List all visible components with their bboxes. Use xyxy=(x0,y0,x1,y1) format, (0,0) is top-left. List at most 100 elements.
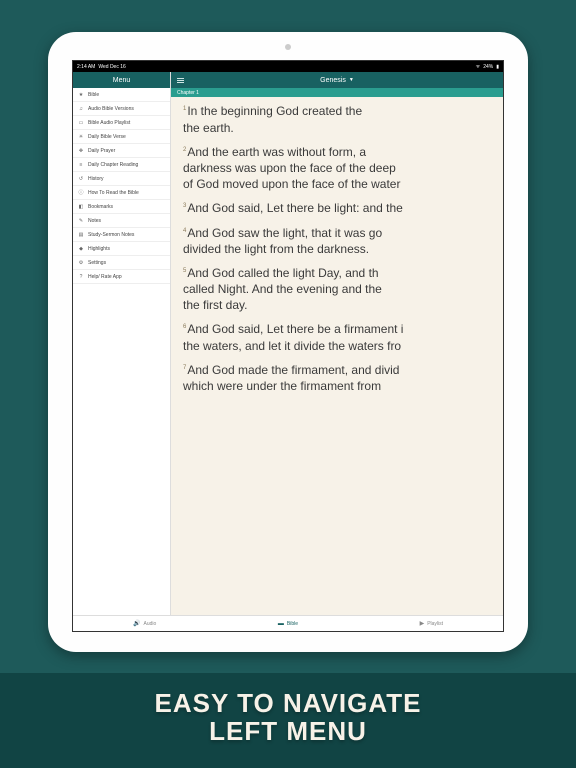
book-title-label: Genesis xyxy=(320,77,346,84)
wifi-icon: ᯤ xyxy=(476,64,481,70)
verse-line: 6And God said, Let there be a firmament … xyxy=(183,321,503,337)
sidebar-item-label: Audio Bible Versions xyxy=(88,106,134,112)
verse-number: 3 xyxy=(183,203,186,209)
sidebar-item-label: Notes xyxy=(88,218,101,224)
sidebar-item-0[interactable]: ★ Bible xyxy=(73,88,170,102)
gear-icon: ⚙ xyxy=(78,260,84,266)
tab-playlist[interactable]: ▶ Playlist xyxy=(360,616,503,631)
verse-line: divided the light from the darkness. xyxy=(183,241,503,257)
sun-icon: ☀ xyxy=(78,134,84,140)
playlist-icon: ▭ xyxy=(78,120,84,126)
history-icon: ↺ xyxy=(78,176,84,182)
info-icon: ⓘ xyxy=(78,190,84,196)
bottom-tabs: 🔊 Audio ▬ Bible ▶ Playlist xyxy=(73,615,503,631)
chevron-down-icon: ▼ xyxy=(349,77,354,83)
sidebar-header: Menu xyxy=(73,72,170,88)
book-selector[interactable]: Genesis ▼ xyxy=(184,77,490,84)
main-header: Genesis ▼ xyxy=(171,72,503,88)
pencil-icon: ✎ xyxy=(78,218,84,224)
sidebar-item-10[interactable]: ▤ Study-Sermon Notes xyxy=(73,228,170,242)
sidebar-item-11[interactable]: ◆ Highlights xyxy=(73,242,170,256)
verse-line: which were under the firmament from xyxy=(183,378,503,394)
sidebar-item-9[interactable]: ✎ Notes xyxy=(73,214,170,228)
verse-7[interactable]: 7And God made the firmament, and dividwh… xyxy=(179,362,503,394)
status-right: ᯤ 24% ▮ xyxy=(476,64,499,70)
verse-line: called Night. And the evening and the xyxy=(183,281,503,297)
verse-line: 4And God saw the light, that it was go xyxy=(183,225,503,241)
star-icon: ★ xyxy=(78,92,84,98)
verse-number: 7 xyxy=(183,365,186,371)
help-icon: ? xyxy=(78,274,84,280)
tab-bible-label: Bible xyxy=(287,621,298,627)
app-screen: 2:14 AM Wed Dec 16 ᯤ 24% ▮ Menu ★ Bible ♫ A… xyxy=(72,60,504,632)
tab-audio[interactable]: 🔊 Audio xyxy=(73,616,216,631)
caption-strip: EASY TO NAVIGATE LEFT MENU xyxy=(0,673,576,768)
verse-line: 2And the earth was without form, a xyxy=(183,144,503,160)
sidebar-item-label: Daily Prayer xyxy=(88,148,115,154)
caption-line-2: LEFT MENU xyxy=(0,717,576,746)
verse-number: 2 xyxy=(183,147,186,153)
speaker-icon: 🔊 xyxy=(133,620,140,627)
tab-bible[interactable]: ▬ Bible xyxy=(216,616,359,631)
menu-list: ★ Bible ♫ Audio Bible Versions ▭ Bible Audio … xyxy=(73,88,170,284)
verse-line: 5And God called the light Day, and th xyxy=(183,265,503,281)
sidebar-item-7[interactable]: ⓘ How To Read the Bible xyxy=(73,186,170,200)
verse-3[interactable]: 3And God said, Let there be light: and t… xyxy=(179,200,503,216)
sidebar-item-label: Help/ Rate App xyxy=(88,274,122,280)
sidebar-item-13[interactable]: ? Help/ Rate App xyxy=(73,270,170,284)
verse-number: 6 xyxy=(183,324,186,330)
app-body: Menu ★ Bible ♫ Audio Bible Versions ▭ Bible A… xyxy=(73,72,503,615)
sidebar-item-label: Study-Sermon Notes xyxy=(88,232,134,238)
verse-list[interactable]: 1In the beginning God created thethe ear… xyxy=(171,97,503,615)
status-bar: 2:14 AM Wed Dec 16 ᯤ 24% ▮ xyxy=(73,61,503,72)
verse-4[interactable]: 4And God saw the light, that it was godi… xyxy=(179,225,503,257)
sidebar-item-label: Bible Audio Playlist xyxy=(88,120,130,126)
sidebar-item-12[interactable]: ⚙ Settings xyxy=(73,256,170,270)
verse-line: the first day. xyxy=(183,297,503,313)
main-pane: Genesis ▼ Chapter 1 1In the beginning Go… xyxy=(171,72,503,615)
hamburger-icon[interactable] xyxy=(177,78,184,83)
verse-line: darkness was upon the face of the deep xyxy=(183,160,503,176)
sidebar-item-1[interactable]: ♫ Audio Bible Versions xyxy=(73,102,170,116)
sidebar-item-label: Bookmarks xyxy=(88,204,113,210)
verse-6[interactable]: 6And God said, Let there be a firmament … xyxy=(179,321,503,353)
chapter-bar[interactable]: Chapter 1 xyxy=(171,88,503,97)
highlight-icon: ◆ xyxy=(78,246,84,252)
battery-icon: ▮ xyxy=(496,64,499,70)
verse-2[interactable]: 2And the earth was without form, adarkne… xyxy=(179,144,503,193)
battery-label: 24% xyxy=(483,64,493,70)
sidebar-item-3[interactable]: ☀Daily Bible Verse xyxy=(73,130,170,144)
sidebar-item-label: History xyxy=(88,176,104,182)
verse-number: 1 xyxy=(183,106,186,112)
verse-line: of God moved upon the face of the water xyxy=(183,176,503,192)
list-icon: ≡ xyxy=(78,162,84,168)
sidebar-item-4[interactable]: ✥Daily Prayer xyxy=(73,144,170,158)
verse-line: 7And God made the firmament, and divid xyxy=(183,362,503,378)
sidebar-title: Menu xyxy=(113,77,131,84)
sidebar-item-2[interactable]: ▭ Bible Audio Playlist xyxy=(73,116,170,130)
chapter-label: Chapter 1 xyxy=(177,90,199,96)
status-left: 2:14 AM Wed Dec 16 xyxy=(77,64,126,70)
verse-number: 4 xyxy=(183,228,186,234)
sidebar-item-label: Daily Chapter Reading xyxy=(88,162,138,168)
notes-icon: ▤ xyxy=(78,232,84,238)
status-date: Wed Dec 16 xyxy=(98,64,125,70)
sidebar-item-label: Highlights xyxy=(88,246,110,252)
tab-playlist-label: Playlist xyxy=(427,621,443,627)
sidebar-item-label: How To Read the Bible xyxy=(88,190,139,196)
sidebar-item-5[interactable]: ≡ Daily Chapter Reading xyxy=(73,158,170,172)
verse-number: 5 xyxy=(183,268,186,274)
bookmark-icon: ◧ xyxy=(78,204,84,210)
music-icon: ♫ xyxy=(78,106,84,112)
sidebar-item-6[interactable]: ↺ History xyxy=(73,172,170,186)
tablet-camera xyxy=(285,44,291,50)
sidebar-item-label: Settings xyxy=(88,260,106,266)
verse-line: 1In the beginning God created the xyxy=(183,103,503,119)
verse-line: the earth. xyxy=(183,120,503,136)
status-time: 2:14 AM xyxy=(77,64,95,70)
sidebar-item-8[interactable]: ◧ Bookmarks xyxy=(73,200,170,214)
tablet-frame: 2:14 AM Wed Dec 16 ᯤ 24% ▮ Menu ★ Bible ♫ A… xyxy=(48,32,528,652)
verse-1[interactable]: 1In the beginning God created thethe ear… xyxy=(179,103,503,135)
verse-5[interactable]: 5And God called the light Day, and thcal… xyxy=(179,265,503,314)
sidebar-item-label: Bible xyxy=(88,92,99,98)
